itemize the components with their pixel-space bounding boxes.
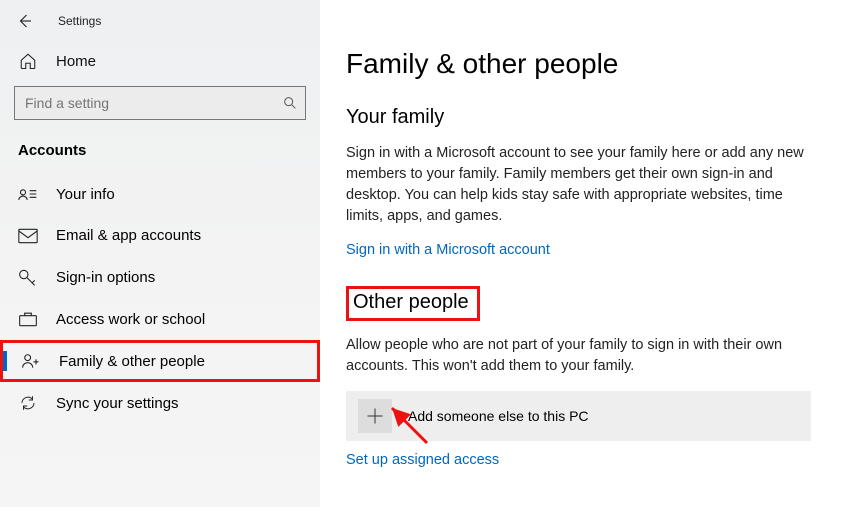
plus-icon	[358, 399, 392, 433]
your-family-heading: Your family	[346, 106, 822, 129]
sidebar-item-signin[interactable]: Sign-in options	[0, 256, 320, 298]
sidebar-home-label: Home	[56, 53, 96, 70]
add-someone-button[interactable]: Add someone else to this PC	[346, 391, 811, 441]
search-container	[14, 86, 306, 120]
your-family-desc: Sign in with a Microsoft account to see …	[346, 143, 806, 227]
other-people-desc: Allow people who are not part of your fa…	[346, 335, 806, 377]
sidebar-item-label: Email & app accounts	[56, 227, 201, 244]
person-card-icon	[18, 185, 38, 203]
sidebar-category: Accounts	[0, 138, 320, 173]
sidebar-item-email[interactable]: Email & app accounts	[0, 215, 320, 256]
sidebar-item-your-info[interactable]: Your info	[0, 173, 320, 215]
window-title: Settings	[58, 14, 101, 28]
titlebar: Settings	[0, 0, 320, 42]
sidebar-item-label: Access work or school	[56, 311, 205, 328]
sidebar: Settings Home Accounts Your info Email &…	[0, 0, 320, 507]
sidebar-item-label: Your info	[56, 186, 115, 203]
other-people-section: Other people Allow people who are not pa…	[346, 286, 822, 468]
home-icon	[18, 52, 38, 70]
sidebar-item-work[interactable]: Access work or school	[0, 298, 320, 340]
arrow-left-icon	[16, 12, 34, 30]
your-family-section: Your family Sign in with a Microsoft acc…	[346, 106, 822, 258]
other-people-heading-highlight: Other people	[346, 286, 480, 321]
back-button[interactable]	[12, 8, 38, 34]
assigned-access-link[interactable]: Set up assigned access	[346, 452, 499, 468]
sidebar-item-label: Sync your settings	[56, 395, 179, 412]
main-content: Family & other people Your family Sign i…	[320, 0, 846, 507]
sidebar-item-label: Family & other people	[59, 353, 205, 370]
page-title: Family & other people	[346, 48, 822, 80]
other-people-heading: Other people	[353, 291, 469, 314]
search-input[interactable]	[14, 86, 306, 120]
sidebar-item-label: Sign-in options	[56, 269, 155, 286]
sidebar-item-family[interactable]: Family & other people	[0, 340, 320, 382]
sync-icon	[18, 394, 38, 412]
search-icon	[282, 95, 298, 111]
sidebar-item-sync[interactable]: Sync your settings	[0, 382, 320, 424]
add-someone-label: Add someone else to this PC	[408, 408, 589, 424]
people-plus-icon	[21, 352, 41, 370]
mail-icon	[18, 228, 38, 244]
signin-microsoft-link[interactable]: Sign in with a Microsoft account	[346, 242, 550, 258]
sidebar-home[interactable]: Home	[0, 42, 320, 80]
briefcase-icon	[18, 310, 38, 328]
key-icon	[18, 268, 38, 286]
